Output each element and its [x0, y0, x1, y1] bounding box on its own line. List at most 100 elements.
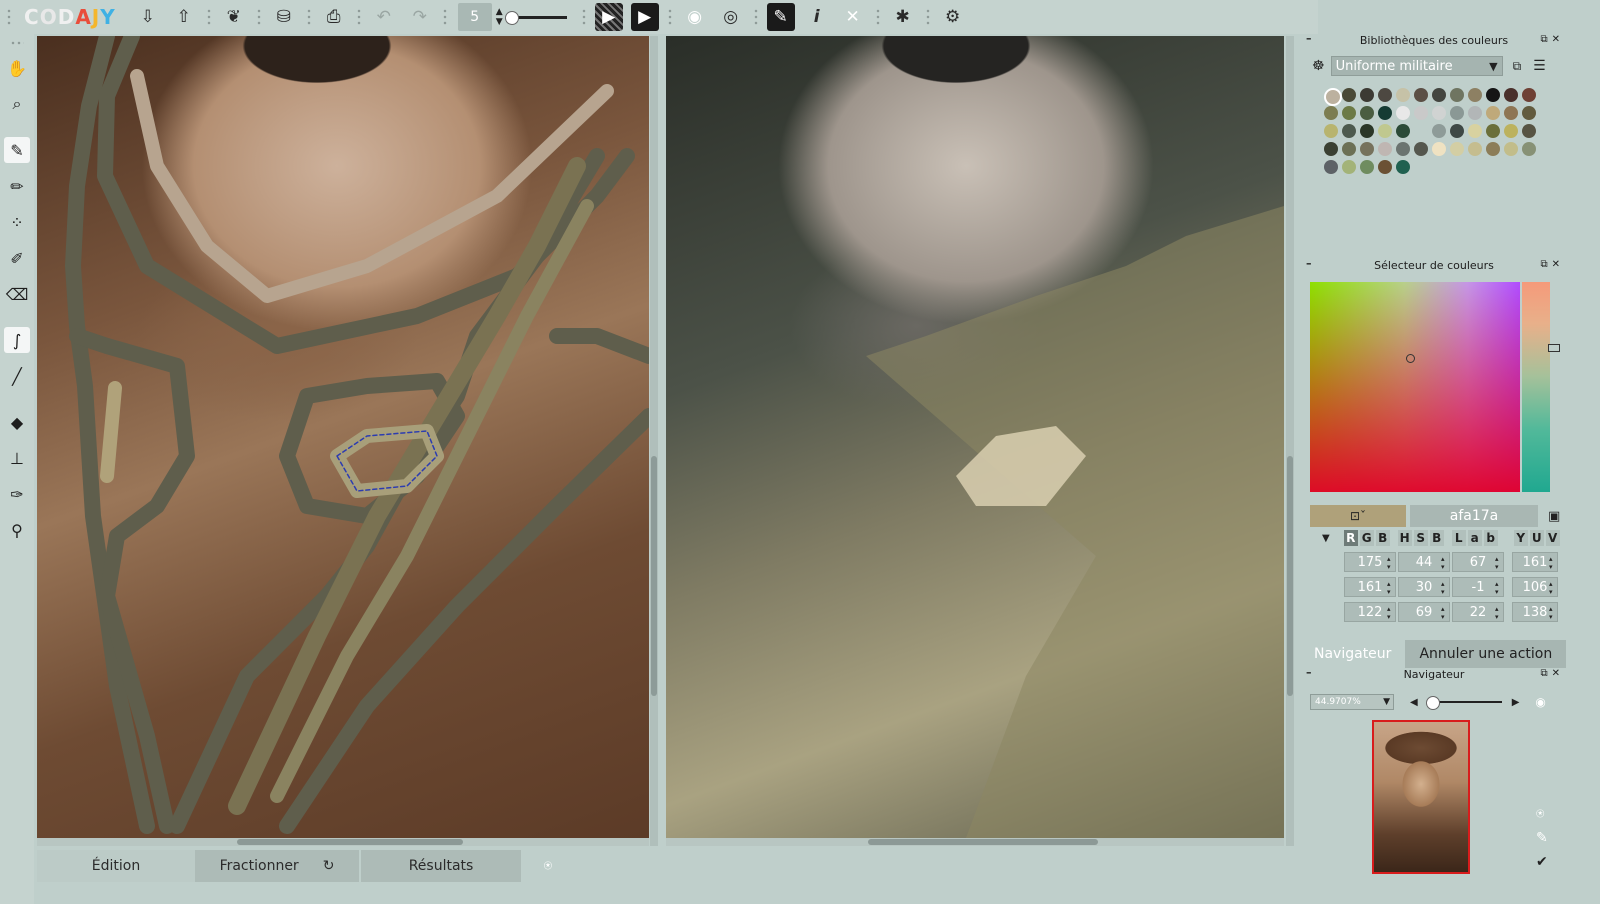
redo-icon[interactable]: ↷	[406, 3, 434, 31]
smudge-icon[interactable]: ∫	[4, 327, 30, 353]
zoom-slider-knob[interactable]	[1425, 696, 1440, 710]
fill-icon[interactable]: ◆	[4, 409, 30, 435]
hint-bubble-icon[interactable]: ⍟	[1536, 802, 1548, 826]
color-swatch[interactable]	[1450, 106, 1464, 120]
spray-icon[interactable]: ⁘	[4, 209, 30, 235]
scroll-thumb[interactable]	[651, 456, 657, 696]
left-vertical-scrollbar[interactable]	[650, 36, 658, 846]
panel-controls[interactable]: ⧉✕	[1540, 34, 1564, 45]
settings-icon[interactable]: ⚙	[939, 3, 967, 31]
mode-u[interactable]: U	[1529, 530, 1544, 546]
color-swatch[interactable]	[1432, 142, 1446, 156]
stamp-icon[interactable]: ⊥	[4, 445, 30, 471]
star-icon[interactable]: ✱	[889, 3, 917, 31]
pen-icon[interactable]: ✎	[766, 3, 795, 31]
color-swatch[interactable]	[1378, 88, 1392, 102]
color-swatch[interactable]	[1342, 88, 1356, 102]
mode-y[interactable]: Y	[1513, 530, 1528, 546]
color-swatch[interactable]	[1342, 160, 1356, 174]
mode-r[interactable]: R	[1343, 530, 1358, 546]
panel-controls[interactable]: ⧉✕	[1540, 259, 1564, 270]
pen-icon[interactable]: ✎	[1536, 826, 1548, 850]
color-cursor[interactable]	[1406, 354, 1415, 363]
color-swatch[interactable]	[1414, 142, 1428, 156]
value-field[interactable]: 22	[1452, 602, 1504, 622]
scroll-thumb[interactable]	[237, 839, 463, 845]
value-field[interactable]: 138	[1512, 602, 1558, 622]
color-swatch[interactable]	[1450, 124, 1464, 138]
edit-canvas[interactable]	[37, 36, 649, 838]
color-swatch[interactable]	[1342, 142, 1356, 156]
value-field[interactable]: 106	[1512, 577, 1558, 597]
color-swatch[interactable]	[1360, 106, 1374, 120]
color-swatch[interactable]	[1522, 124, 1536, 138]
zoom-in-icon[interactable]: ▶	[1512, 697, 1520, 708]
mode-s[interactable]: S	[1413, 530, 1428, 546]
color-swatch[interactable]	[1396, 88, 1410, 102]
value-field[interactable]: 122	[1344, 602, 1396, 622]
result-preview[interactable]	[666, 36, 1284, 838]
value-field[interactable]: 30	[1398, 577, 1450, 597]
mode-lb[interactable]: b	[1483, 530, 1498, 546]
line-icon[interactable]: ╱	[4, 363, 30, 389]
undo-icon[interactable]: ↶	[370, 3, 398, 31]
expand-icon[interactable]: ▼	[1322, 533, 1330, 544]
eyedropper-icon[interactable]: ⚲	[4, 517, 30, 543]
hsb-mode[interactable]: H S B	[1397, 530, 1446, 546]
color-swatch[interactable]	[1432, 124, 1446, 138]
collapse-icon[interactable]: –	[1306, 666, 1312, 679]
color-swatch[interactable]	[1414, 124, 1428, 138]
hex-field[interactable]: afa17a	[1410, 505, 1538, 527]
fullscreen-icon[interactable]: ✕	[839, 3, 867, 31]
hint-bubble-icon[interactable]: ⍟	[521, 850, 575, 882]
brush-size-slider[interactable]	[504, 10, 567, 25]
color-swatch[interactable]	[1360, 142, 1374, 156]
play-stripes-icon[interactable]: ▶	[594, 3, 623, 31]
color-swatch[interactable]	[1360, 124, 1374, 138]
marker-icon[interactable]: ✏	[4, 173, 30, 199]
color-swatch[interactable]	[1468, 124, 1482, 138]
brush-size-field[interactable]: 5	[457, 3, 492, 31]
color-swatch[interactable]	[1504, 88, 1518, 102]
save-icon[interactable]: ⛁	[270, 3, 298, 31]
value-field[interactable]: 44	[1398, 552, 1450, 572]
color-swatch[interactable]	[1414, 88, 1428, 102]
zoom-icon[interactable]: ⌕	[4, 91, 30, 117]
eye-alt-icon[interactable]: ◎	[717, 3, 745, 31]
value-field[interactable]: 67	[1452, 552, 1504, 572]
print-icon[interactable]: ⎙	[320, 3, 348, 31]
image-icon[interactable]: ▣	[1548, 509, 1560, 524]
tab-undo[interactable]: Annuler une action	[1405, 640, 1567, 668]
value-field[interactable]: 161	[1344, 577, 1396, 597]
color-swatch[interactable]	[1396, 124, 1410, 138]
color-swatch[interactable]	[1396, 106, 1410, 120]
color-swatch[interactable]	[1324, 88, 1342, 106]
yuv-mode[interactable]: Y U V	[1513, 530, 1562, 546]
color-swatch[interactable]	[1432, 88, 1446, 102]
color-swatch[interactable]	[1504, 124, 1518, 138]
eraser-icon[interactable]: ⌫	[4, 281, 30, 307]
play-icon[interactable]: ▶	[630, 3, 659, 31]
rgb-mode[interactable]: R G B	[1343, 530, 1392, 546]
color-swatch[interactable]	[1432, 106, 1446, 120]
mode-b[interactable]: B	[1375, 530, 1390, 546]
hue-slider[interactable]	[1522, 282, 1550, 492]
slider-knob[interactable]	[504, 10, 519, 25]
mode-l[interactable]: L	[1451, 530, 1466, 546]
refresh-icon[interactable]: ↻	[323, 858, 335, 874]
color-swatch[interactable]	[1468, 88, 1482, 102]
color-swatch[interactable]	[1324, 106, 1338, 120]
zoom-dropdown[interactable]: 44.9707% ▼	[1310, 694, 1394, 710]
zoom-out-icon[interactable]: ◀	[1410, 697, 1418, 708]
color-swatch[interactable]	[1468, 106, 1482, 120]
toolbar-grip[interactable]	[6, 8, 12, 26]
color-swatch[interactable]	[1324, 124, 1338, 138]
color-swatch[interactable]	[1522, 142, 1536, 156]
color-swatch[interactable]	[1486, 88, 1500, 102]
color-swatch[interactable]	[1414, 106, 1428, 120]
tab-navigator[interactable]: Navigateur	[1300, 640, 1406, 668]
color-swatch[interactable]	[1324, 160, 1338, 174]
saturation-brightness-field[interactable]	[1310, 282, 1520, 492]
navigator-thumbnail[interactable]	[1372, 720, 1470, 874]
collapse-icon[interactable]: –	[1306, 32, 1312, 45]
